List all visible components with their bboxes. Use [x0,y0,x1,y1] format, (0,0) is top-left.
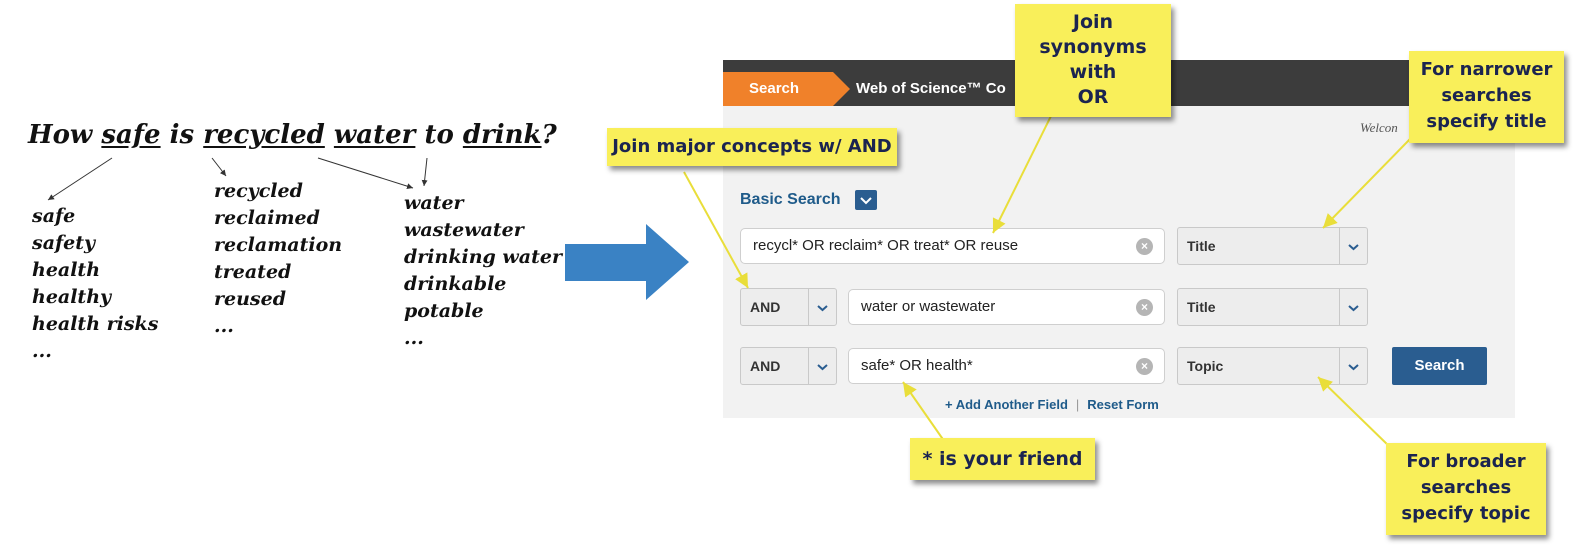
callout-text: Join major concepts w/ AND [612,136,892,157]
callout-connectors [683,115,1412,449]
callout-line [683,171,749,289]
callout-line-text: searches [1420,477,1512,498]
callout-concepts: Join major concepts w/ AND [607,128,897,166]
callout-line-text: specify title [1426,111,1547,132]
callout-line-text: OR [1077,86,1109,108]
callout-line-text: For narrower [1420,59,1553,80]
callout-line-text: synonyms [1039,36,1147,58]
callout-narrower: For narrower searches specify title [1409,51,1564,143]
callout-text: * is your friend [922,448,1083,470]
callout-line-text: searches [1441,85,1532,106]
callout-line-text: Join [1072,11,1114,33]
callout-wildcard: * is your friend [910,438,1095,480]
callout-line [992,115,1052,234]
callout-line-text: For broader [1406,451,1526,472]
callout-synonyms: Join synonyms with OR [1015,4,1171,117]
callout-line [1317,376,1392,449]
callout-line-text: specify topic [1401,503,1531,524]
callout-line [1322,137,1412,229]
callout-line-text: with [1069,61,1117,83]
callout-broader: For broader searches specify topic [1386,443,1546,535]
